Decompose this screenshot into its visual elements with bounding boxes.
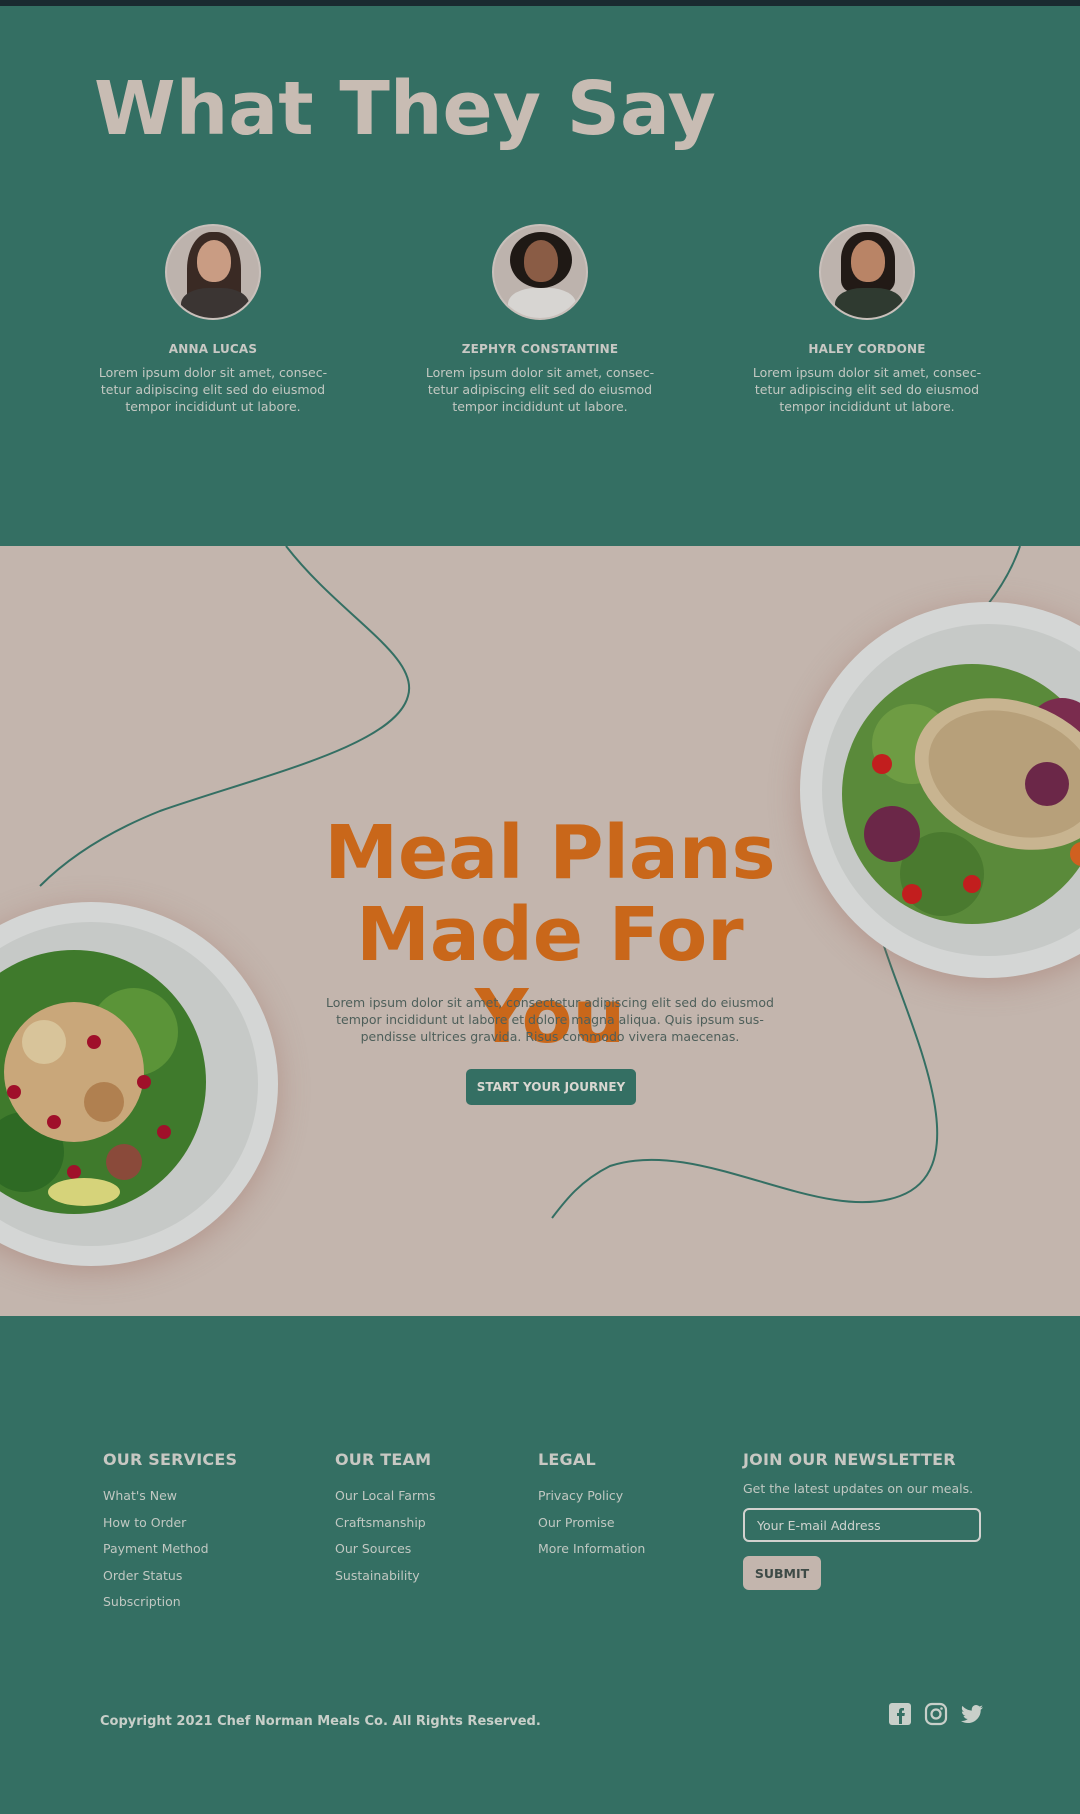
testimonials-section: What They Say ANNA LUCAS Lorem ipsum dol… bbox=[0, 6, 1080, 546]
section-title: What They Say bbox=[94, 66, 716, 152]
twitter-icon[interactable] bbox=[960, 1702, 984, 1726]
footer-link[interactable]: Craftsmanship bbox=[335, 1510, 436, 1537]
testimonial-name: ZEPHYR CONSTANTINE bbox=[461, 342, 619, 356]
avatar bbox=[819, 224, 915, 320]
avatar bbox=[492, 224, 588, 320]
newsletter-description: Get the latest updates on our meals. bbox=[743, 1481, 974, 1496]
footer-link[interactable]: Our Local Farms bbox=[335, 1483, 436, 1510]
column-title: JOIN OUR NEWSLETTER bbox=[743, 1450, 956, 1469]
footer-link[interactable]: What's New bbox=[103, 1483, 237, 1510]
footer-link[interactable]: Sustainability bbox=[335, 1563, 436, 1590]
instagram-icon[interactable] bbox=[924, 1702, 948, 1726]
testimonial-card: ANNA LUCAS Lorem ipsum dolor sit amet, c… bbox=[88, 224, 338, 415]
submit-button[interactable]: SUBMIT bbox=[743, 1556, 821, 1590]
hero-description: Lorem ipsum dolor sit amet, consectetur … bbox=[326, 995, 774, 1044]
testimonial-name: HALEY CORDONE bbox=[808, 342, 926, 356]
footer-link[interactable]: Our Promise bbox=[538, 1510, 645, 1537]
footer-link[interactable]: More Information bbox=[538, 1536, 645, 1563]
footer-legal-column: LEGAL Privacy Policy Our Promise More In… bbox=[538, 1450, 645, 1563]
testimonial-card: HALEY CORDONE Lorem ipsum dolor sit amet… bbox=[742, 224, 992, 415]
column-title: LEGAL bbox=[538, 1450, 596, 1469]
start-journey-button[interactable]: START YOUR JOURNEY bbox=[466, 1069, 636, 1105]
salmon-salad-plate-image bbox=[800, 602, 1080, 978]
testimonial-card: ZEPHYR CONSTANTINE Lorem ipsum dolor sit… bbox=[415, 224, 665, 415]
footer-link[interactable]: Our Sources bbox=[335, 1536, 436, 1563]
footer-link[interactable]: Order Status bbox=[103, 1563, 237, 1590]
footer-link[interactable]: Subscription bbox=[103, 1589, 237, 1616]
column-title: OUR SERVICES bbox=[103, 1450, 238, 1469]
hero-section: Meal Plans Made For You Lorem ipsum dolo… bbox=[0, 546, 1080, 1316]
footer-services-column: OUR SERVICES What's New How to Order Pay… bbox=[103, 1450, 237, 1616]
avatar bbox=[165, 224, 261, 320]
testimonial-quote: Lorem ipsum dolor sit amet, consec-tetur… bbox=[425, 365, 655, 414]
footer-team-column: OUR TEAM Our Local Farms Craftsmanship O… bbox=[335, 1450, 436, 1589]
testimonial-quote: Lorem ipsum dolor sit amet, consec-tetur… bbox=[752, 365, 982, 414]
testimonial-name: ANNA LUCAS bbox=[168, 342, 258, 356]
column-title: OUR TEAM bbox=[335, 1450, 432, 1469]
social-links bbox=[888, 1702, 984, 1726]
footer-link[interactable]: Payment Method bbox=[103, 1536, 237, 1563]
hero-title-line: Meal Plans bbox=[324, 810, 776, 896]
facebook-icon[interactable] bbox=[888, 1702, 912, 1726]
newsletter-column: JOIN OUR NEWSLETTER Get the latest updat… bbox=[743, 1450, 981, 1590]
testimonial-quote: Lorem ipsum dolor sit amet, consec-tetur… bbox=[98, 365, 328, 414]
footer-link[interactable]: How to Order bbox=[103, 1510, 237, 1537]
copyright-text: Copyright 2021 Chef Norman Meals Co. All… bbox=[100, 1714, 541, 1729]
footer: OUR SERVICES What's New How to Order Pay… bbox=[0, 1316, 1080, 1814]
email-field[interactable] bbox=[743, 1508, 981, 1542]
fruit-salad-plate-image bbox=[0, 902, 278, 1266]
footer-link[interactable]: Privacy Policy bbox=[538, 1483, 645, 1510]
